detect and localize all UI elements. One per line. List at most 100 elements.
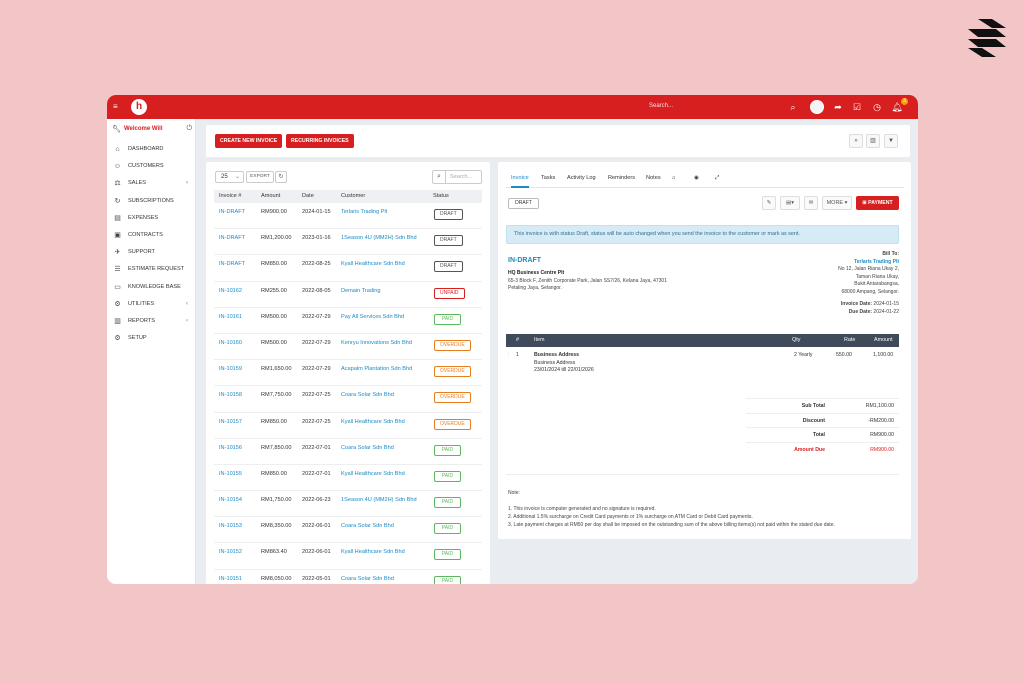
table-row[interactable]: IN-10160 RM500.00 2022-07-29 Kenryu Innovat…	[214, 334, 482, 361]
logout-icon[interactable]: ⏻	[186, 125, 192, 133]
tab-eye-icon[interactable]: ◉	[694, 170, 699, 188]
table-row[interactable]: IN-10154 RM1,750.00 2022-06-23 1Season 4U (…	[214, 491, 482, 518]
invoice-number-link[interactable]: IN-10161	[219, 314, 242, 320]
customer-link[interactable]: Kyall Healthcare Sdn Bhd	[341, 419, 405, 425]
create-invoice-button[interactable]: CREATE NEW INVOICE	[215, 134, 283, 148]
tab-reminders[interactable]: Reminders	[608, 170, 635, 188]
sidebar-item-dashboard[interactable]: ⌂ DASHBOARD	[107, 141, 196, 158]
invoice-number-link[interactable]: IN-10151	[219, 576, 242, 582]
customer-link[interactable]: Coara Solar Sdn Bhd	[341, 445, 394, 451]
table-row[interactable]: IN-10161 RM500.00 2022-07-29 Pay All Servic…	[214, 308, 482, 334]
sidebar-item-reports[interactable]: ▥ REPORTS ‹	[107, 313, 196, 330]
sidebar-item-expenses[interactable]: ▤ EXPENSES	[107, 210, 196, 227]
sidebar-item-customers[interactable]: ☺ CUSTOMERS	[107, 158, 196, 175]
customer-link[interactable]: Coara Solar Sdn Bhd	[341, 576, 394, 582]
edit-icon[interactable]: ✎	[762, 196, 776, 210]
invoice-number-link[interactable]: IN-10159	[219, 366, 242, 372]
column-header[interactable]: Status	[433, 190, 449, 203]
invoice-number-link[interactable]: IN-10162	[219, 288, 242, 294]
clock-icon[interactable]: ◷	[871, 101, 883, 113]
customer-link[interactable]: 1Season 4U (MM2H) Sdn Bhd	[341, 235, 417, 241]
invoice-number-link[interactable]: IN-10155	[219, 471, 242, 477]
table-row[interactable]: IN-DRAFT RM900.00 2024-01-15 Terlaris Tradi…	[214, 203, 482, 230]
customer-link[interactable]: Terlaris Trading Plt	[341, 209, 387, 215]
welcome-text[interactable]: Welcome Will	[124, 126, 163, 132]
tab-archive-icon[interactable]: ⌂	[672, 170, 675, 188]
tab-invoice[interactable]: Invoice	[511, 170, 529, 188]
invoice-number-link[interactable]: IN-DRAFT	[219, 235, 245, 241]
share-icon[interactable]: ➦	[832, 101, 844, 113]
customer-link[interactable]: Kyall Healthcare Sdn Bhd	[341, 549, 405, 555]
tab-activity-log[interactable]: Activity Log	[567, 170, 596, 188]
tab-notes[interactable]: Notes	[646, 170, 661, 188]
customer-link[interactable]: Pay All Services Sdn Bhd	[341, 314, 404, 320]
search-icon[interactable]: ⌕	[787, 101, 799, 113]
sidebar-item-setup[interactable]: ⚙ SETUP	[107, 330, 196, 347]
invoice-number-link[interactable]: IN-10154	[219, 497, 242, 503]
column-header[interactable]: Amount	[261, 190, 280, 203]
refresh-icon[interactable]: ↻	[275, 171, 287, 183]
app-logo[interactable]: h	[131, 99, 147, 115]
bill-to-company[interactable]: Terlaris Trading Plt	[854, 259, 899, 265]
bar-chart-icon[interactable]: ▥	[866, 134, 880, 148]
table-row[interactable]: IN-10153 RM8,350.00 2022-06-01 Coara Solar …	[214, 517, 482, 544]
drag-handle-icon[interactable]: ⋮	[506, 352, 511, 360]
customer-link[interactable]: Coara Solar Sdn Bhd	[341, 523, 394, 529]
table-row[interactable]: IN-10159 RM1,650.00 2022-07-29 Acapalm Plan…	[214, 360, 482, 387]
filter-icon[interactable]: ▼	[884, 134, 898, 148]
page-size-select[interactable]: 25 ⌄	[215, 171, 244, 183]
customer-link[interactable]: Acapalm Plantation Sdn Bhd	[341, 366, 412, 372]
sidebar-item-utilities[interactable]: ⚙ UTILITIES ‹	[107, 296, 196, 313]
column-header[interactable]: Customer	[341, 190, 365, 203]
tab-tasks[interactable]: Tasks	[541, 170, 555, 188]
sidebar-item-label: SUBSCRIPTIONS	[128, 197, 174, 204]
table-row[interactable]: IN-10158 RM7,750.00 2022-07-25 Coara Solar …	[214, 386, 482, 413]
status-badge: PAID	[434, 497, 461, 509]
sidebar-item-support[interactable]: ✈ SUPPORT	[107, 244, 196, 261]
sidebar-item-subscriptions[interactable]: ↻ SUBSCRIPTIONS	[107, 193, 196, 210]
chevron-right-icon[interactable]: »	[849, 134, 863, 148]
pdf-dropdown-icon[interactable]: ▤▾	[780, 196, 800, 210]
tab-expand-icon[interactable]: ⤢	[715, 170, 719, 188]
column-header[interactable]: Date	[302, 190, 314, 203]
table-row[interactable]: IN-DRAFT RM850.00 2022-08-25 Kyall Healthca…	[214, 255, 482, 282]
sidebar-item-knowledge-base[interactable]: ▭ KNOWLEDGE BASE	[107, 279, 196, 296]
invoice-number-link[interactable]: IN-10152	[219, 549, 242, 555]
payment-button[interactable]: ⊞ PAYMENT	[856, 196, 899, 210]
invoice-number-link[interactable]: IN-10157	[219, 419, 242, 425]
export-button[interactable]: EXPORT	[246, 171, 274, 183]
table-row[interactable]: IN-10162 RM255.00 2022-08-05 Demain Trading…	[214, 282, 482, 308]
table-row[interactable]: IN-10152 RM863.40 2022-06-01 Kyall Healthca…	[214, 543, 482, 570]
table-row[interactable]: IN-10151 RM8,050.00 2022-05-01 Coara Solar …	[214, 570, 482, 584]
sidebar-item-sales[interactable]: ⚖ SALES ‹	[107, 175, 196, 192]
invoice-number-link[interactable]: IN-10153	[219, 523, 242, 529]
invoice-number-link[interactable]: IN-10156	[219, 445, 242, 451]
email-icon[interactable]: ✉	[804, 196, 818, 210]
invoice-number-link[interactable]: IN-DRAFT	[219, 209, 245, 215]
recurring-invoices-button[interactable]: RECURRING INVOICES	[286, 134, 354, 148]
table-row[interactable]: IN-10156 RM7,850.00 2022-07-01 Coara Solar …	[214, 439, 482, 465]
customer-link[interactable]: Coara Solar Sdn Bhd	[341, 392, 394, 398]
customer-link[interactable]: Demain Trading	[341, 288, 381, 294]
avatar[interactable]	[810, 100, 824, 114]
table-row[interactable]: IN-DRAFT RM1,200.00 2023-01-16 1Season 4U (…	[214, 229, 482, 256]
invoice-number-link[interactable]: IN-DRAFT	[219, 261, 245, 267]
invoice-number-link[interactable]: IN-10160	[219, 340, 242, 346]
customer-link[interactable]: Kyall Healthcare Sdn Bhd	[341, 471, 405, 477]
sidebar-item-estimate-request[interactable]: ☰ ESTIMATE REQUEST	[107, 261, 196, 278]
column-header[interactable]: Invoice #	[219, 190, 241, 203]
table-row[interactable]: IN-10157 RM850.00 2022-07-25 Kyall Healthca…	[214, 413, 482, 439]
list-search-input[interactable]: ⌕ Search...	[432, 170, 482, 184]
list-icon: ☰	[114, 266, 121, 274]
menu-toggle-icon[interactable]: ≡	[113, 103, 120, 111]
customer-link[interactable]: Kyall Healthcare Sdn Bhd	[341, 261, 405, 267]
checklist-icon[interactable]: ☑	[851, 101, 863, 113]
sidebar-item-contracts[interactable]: ▣ CONTRACTS	[107, 227, 196, 244]
customer-link[interactable]: Kenryu Innovations Sdn Bhd	[341, 340, 412, 346]
customer-link[interactable]: 1Season 4U (MM2H) Sdn Bhd	[341, 497, 417, 503]
status-badge: PAID	[434, 549, 461, 561]
more-button[interactable]: MORE ▾	[822, 196, 852, 210]
global-search-input[interactable]: Search...	[649, 103, 673, 109]
table-row[interactable]: IN-10155 RM850.00 2022-07-01 Kyall Healthca…	[214, 465, 482, 492]
invoice-number-link[interactable]: IN-10158	[219, 392, 242, 398]
